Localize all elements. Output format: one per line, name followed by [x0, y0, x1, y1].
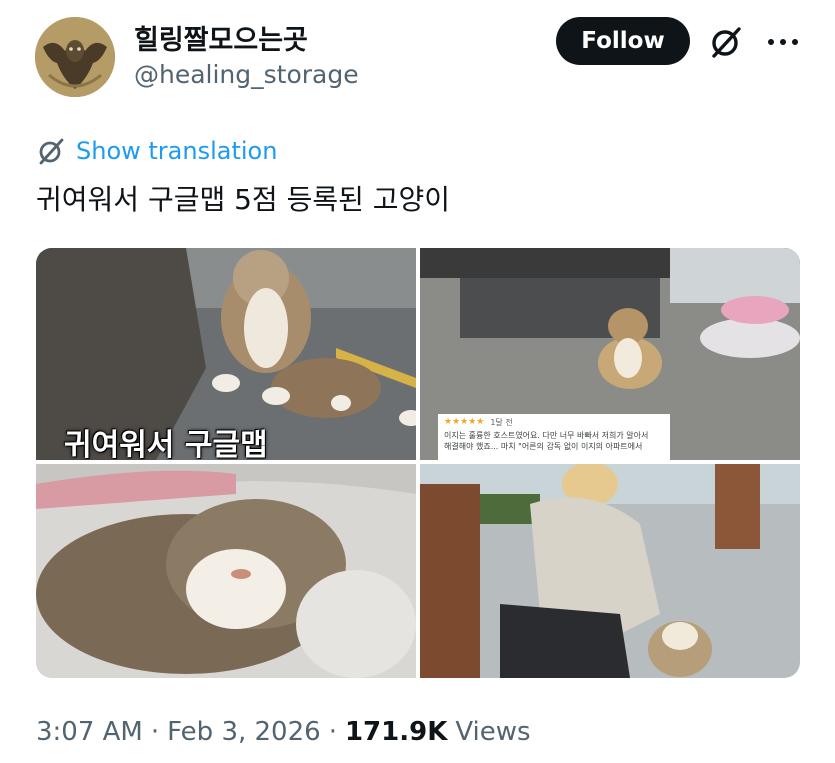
- show-translation-link[interactable]: Show translation: [36, 134, 277, 168]
- grok-icon[interactable]: [708, 24, 744, 60]
- photo-cat-sleeping[interactable]: [36, 464, 416, 678]
- follow-button[interactable]: Follow: [556, 17, 690, 65]
- review-age: 1달 전: [490, 417, 513, 427]
- views-label: Views: [455, 717, 531, 747]
- photo-woman-petting-cat[interactable]: [420, 464, 800, 678]
- tweet-meta: 3:07 AM · Feb 3, 2026 · 171.9K Views: [36, 714, 531, 750]
- review-line: 이지는 훌륭한 호스트였어요. 다만 너무 바빠서 저희가 알아서: [444, 431, 649, 440]
- review-text: 이지는 훌륭한 호스트였어요. 다만 너무 바빠서 저희가 알아서 해결해야 했…: [444, 430, 664, 452]
- review-line: 해결해야 했죠... 마치 "어른의 감독 없이 이지의 아파트에서: [444, 442, 643, 451]
- user-handle[interactable]: @healing_storage: [134, 60, 359, 89]
- tweet-header: 힐링짤모으는곳 @healing_storage Follow: [0, 0, 835, 120]
- media-grid: 귀여워서 구글맵 ★★★★★ 1달 전 이지는 훌륭한 호스트였어요. 다만 너…: [36, 248, 800, 678]
- display-name[interactable]: 힐링짤모으는곳: [134, 18, 308, 57]
- photo-cat-sitting[interactable]: 귀여워서 구글맵: [36, 248, 416, 460]
- tweet-text: 귀여워서 구글맵 5점 등록된 고양이: [36, 183, 451, 216]
- photo-cat-on-pavement[interactable]: ★★★★★ 1달 전 이지는 훌륭한 호스트였어요. 다만 너무 바빠서 저희가…: [420, 248, 800, 460]
- show-translation-label[interactable]: Show translation: [76, 137, 277, 165]
- avatar[interactable]: [35, 17, 115, 97]
- meta-separator: ·: [328, 717, 337, 747]
- tweet-time[interactable]: 3:07 AM: [36, 717, 143, 747]
- review-stars: ★★★★★: [444, 417, 485, 427]
- translate-icon: [39, 138, 64, 165]
- avatar-bat-image: [35, 17, 115, 97]
- review-card: ★★★★★ 1달 전 이지는 훌륭한 호스트였어요. 다만 너무 바빠서 저희가…: [438, 414, 670, 460]
- cat-sleeping-image: [36, 464, 416, 678]
- more-icon[interactable]: [766, 30, 800, 54]
- views-count[interactable]: 171.9K: [345, 717, 447, 747]
- meta-separator: ·: [150, 717, 160, 747]
- tweet-date[interactable]: Feb 3, 2026: [167, 717, 321, 747]
- woman-cat-image: [420, 464, 800, 678]
- photo-caption-overlay: 귀여워서 구글맵: [64, 428, 268, 460]
